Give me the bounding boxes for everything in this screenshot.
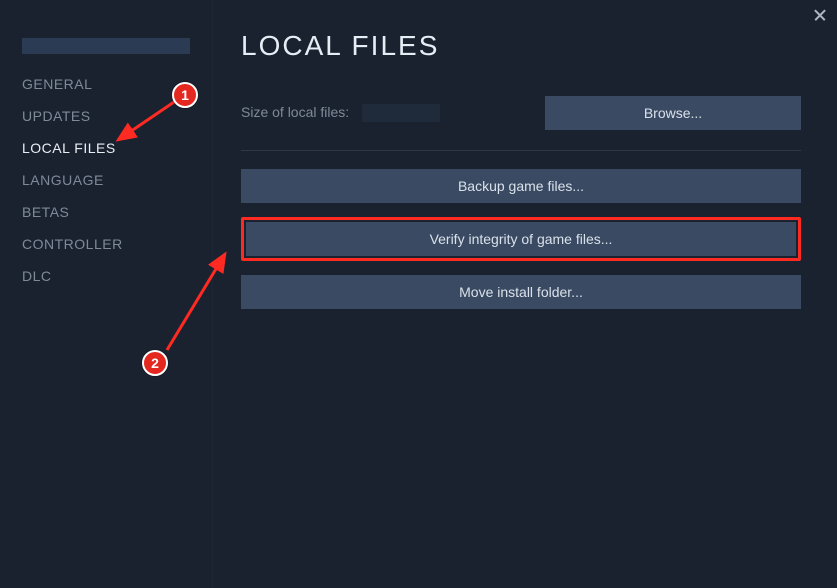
sidebar-item-dlc[interactable]: DLC bbox=[0, 260, 212, 292]
sidebar-header-placeholder bbox=[22, 38, 190, 54]
properties-window: GENERAL UPDATES LOCAL FILES LANGUAGE BET… bbox=[0, 0, 837, 588]
content-pane: LOCAL FILES Size of local files: Browse.… bbox=[212, 0, 837, 588]
verify-button[interactable]: Verify integrity of game files... bbox=[246, 222, 796, 256]
divider bbox=[241, 150, 801, 151]
browse-button[interactable]: Browse... bbox=[545, 96, 801, 130]
sidebar-item-betas[interactable]: BETAS bbox=[0, 196, 212, 228]
size-value-placeholder bbox=[362, 104, 440, 122]
sidebar-item-updates[interactable]: UPDATES bbox=[0, 100, 212, 132]
size-label: Size of local files: bbox=[241, 104, 349, 120]
size-row: Size of local files: Browse... bbox=[241, 96, 801, 130]
move-button[interactable]: Move install folder... bbox=[241, 275, 801, 309]
size-label-wrap: Size of local files: bbox=[241, 104, 440, 122]
sidebar-item-general[interactable]: GENERAL bbox=[0, 68, 212, 100]
sidebar: GENERAL UPDATES LOCAL FILES LANGUAGE BET… bbox=[0, 0, 212, 588]
sidebar-item-controller[interactable]: CONTROLLER bbox=[0, 228, 212, 260]
page-title: LOCAL FILES bbox=[241, 30, 801, 62]
verify-highlight: Verify integrity of game files... bbox=[241, 217, 801, 261]
sidebar-item-language[interactable]: LANGUAGE bbox=[0, 164, 212, 196]
sidebar-item-local-files[interactable]: LOCAL FILES bbox=[0, 132, 212, 164]
backup-button[interactable]: Backup game files... bbox=[241, 169, 801, 203]
